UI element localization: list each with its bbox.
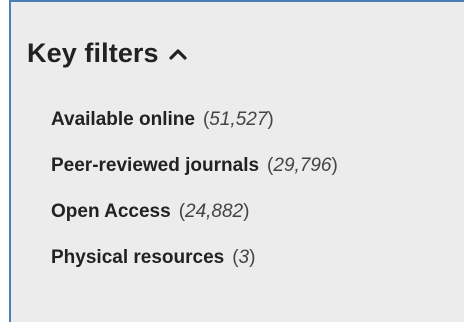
chevron-up-icon xyxy=(169,45,187,63)
key-filters-title: Key filters xyxy=(27,38,159,68)
filter-count: (51,527) xyxy=(202,109,274,130)
filter-count: (29,796) xyxy=(267,155,338,176)
filter-label: Available online xyxy=(51,109,195,130)
filter-item-physical-resources[interactable]: Physical resources (3) xyxy=(51,235,338,281)
filter-label: Physical resources xyxy=(51,247,225,268)
filter-item-peer-reviewed-journals[interactable]: Peer-reviewed journals (29,796) xyxy=(51,143,338,189)
key-filters-panel: Key filters Available online (51,527) Pe… xyxy=(9,0,464,322)
filter-count: (24,882) xyxy=(178,201,250,222)
filter-item-available-online[interactable]: Available online (51,527) xyxy=(51,97,338,143)
filter-item-open-access[interactable]: Open Access (24,882) xyxy=(51,189,338,235)
filter-count: (3) xyxy=(232,247,256,268)
filter-label: Peer-reviewed journals xyxy=(51,155,260,176)
key-filters-list: Available online (51,527) Peer-reviewed … xyxy=(51,97,338,281)
key-filters-toggle[interactable]: Key filters xyxy=(27,38,187,69)
filter-label: Open Access xyxy=(51,201,171,222)
